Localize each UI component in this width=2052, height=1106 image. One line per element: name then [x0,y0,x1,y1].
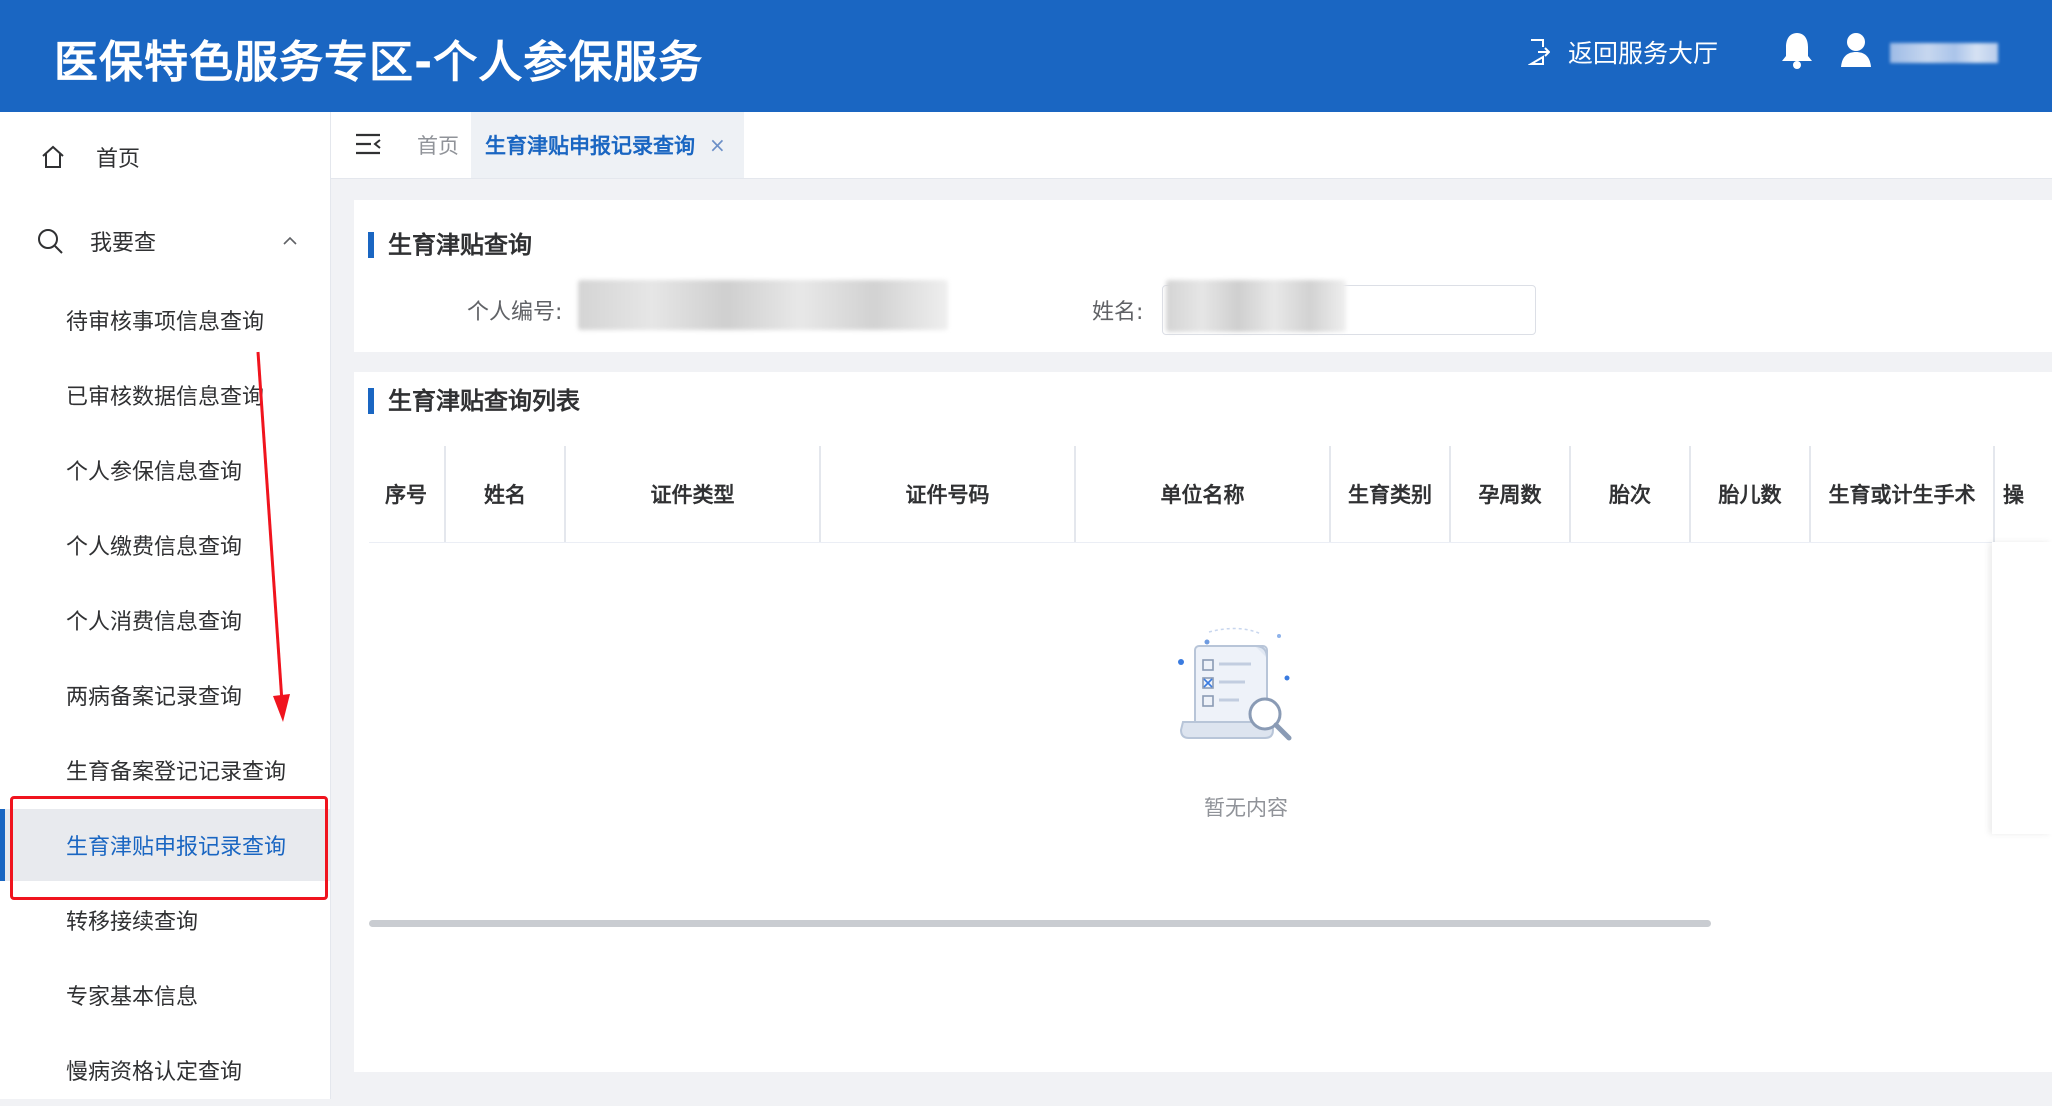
sidebar-item-two-diseases[interactable]: 两病备案记录查询 [0,659,330,731]
person-id-label: 个人编号: [467,300,563,325]
sidebar-item-expert-info[interactable]: 专家基本信息 [0,959,330,1031]
col-header-fetus-count: 胎儿数 [1691,446,1811,542]
horizontal-scrollbar[interactable] [369,920,1711,927]
sidebar-group-label: 我要查 [90,231,157,256]
col-header-surgery: 生育或计生手术 [1811,446,1995,542]
col-header-index: 序号 [369,446,446,542]
back-to-hall-link[interactable]: 返回服务大厅 [1528,32,1718,72]
person-id-input[interactable] [576,280,956,330]
sidebar-item-maternity-allowance[interactable]: 生育津贴申报记录查询 [0,809,330,881]
sidebar-home-label: 首页 [96,147,141,172]
query-form-card: 生育津贴查询 个人编号: 姓名: [354,200,2052,352]
col-header-employer: 单位名称 [1076,446,1331,542]
sidebar-item-pending-review[interactable]: 待审核事项信息查询 [0,284,330,356]
col-header-gestation-weeks: 孕周数 [1451,446,1571,542]
col-header-id-type: 证件类型 [566,446,821,542]
sidebar-item-insurance-info[interactable]: 个人参保信息查询 [0,434,330,506]
app-title: 医保特色服务专区-个人参保服务 [54,37,704,88]
col-header-birth-type: 生育类别 [1331,446,1451,542]
table-header: 序号 姓名 证件类型 证件号码 单位名称 生育类别 孕周数 胎次 胎儿数 生育或… [369,446,2052,543]
list-section-title: 生育津贴查询列表 [368,388,580,414]
tab-home[interactable]: 首页 [417,112,459,178]
exit-icon [1528,39,1550,65]
empty-state-text: 暂无内容 [1204,796,1288,820]
search-icon [38,229,63,254]
col-header-parity: 胎次 [1571,446,1691,542]
top-header: 医保特色服务专区-个人参保服务 返回服务大厅 用户 [0,0,2052,112]
bell-icon[interactable] [1780,30,1814,74]
sidebar-item-maternity-registration[interactable]: 生育备案登记记录查询 [0,734,330,806]
sidebar-item-consumption-info[interactable]: 个人消费信息查询 [0,584,330,656]
user-name[interactable]: 用户 [1890,43,1998,63]
sidebar-group-query[interactable]: 我要查 [0,206,330,276]
query-section-title: 生育津贴查询 [368,232,532,258]
sidebar-item-reviewed-data[interactable]: 已审核数据信息查询 [0,359,330,431]
sidebar-item-chronic-disease[interactable]: 慢病资格认定查询 [0,1034,330,1106]
sidebar-item-home[interactable]: 首页 [0,122,330,192]
fixed-column-shadow [1992,542,2052,834]
back-link-label: 返回服务大厅 [1568,39,1719,68]
name-label: 姓名: [1092,300,1144,325]
col-header-name: 姓名 [446,446,566,542]
menu-collapse-icon[interactable] [355,132,381,156]
tab-strip: 首页 生育津贴申报记录查询 × [331,112,2052,179]
sidebar-item-transfer[interactable]: 转移接续查询 [0,884,330,956]
tab-maternity-allowance[interactable]: 生育津贴申报记录查询 × [471,112,744,178]
col-header-actions: 操 [2003,483,2024,507]
user-icon[interactable] [1840,32,1872,72]
home-icon [42,145,64,168]
sidebar-item-payment-info[interactable]: 个人缴费信息查询 [0,509,330,581]
close-icon[interactable]: × [709,133,726,157]
col-header-id-number: 证件号码 [821,446,1076,542]
tab-active-label: 生育津贴申报记录查询 [485,134,695,158]
result-list-card: 生育津贴查询列表 序号 姓名 证件类型 证件号码 单位名称 生育类别 孕周数 胎… [354,372,2052,1072]
chevron-up-icon [283,236,297,245]
name-input[interactable] [1162,285,1536,335]
sidebar: 首页 我要查 待审核事项信息查询 已审核数据信息查询 个人参保信息查询 个人缴费… [0,112,331,1099]
empty-state-illustration [1178,627,1292,741]
